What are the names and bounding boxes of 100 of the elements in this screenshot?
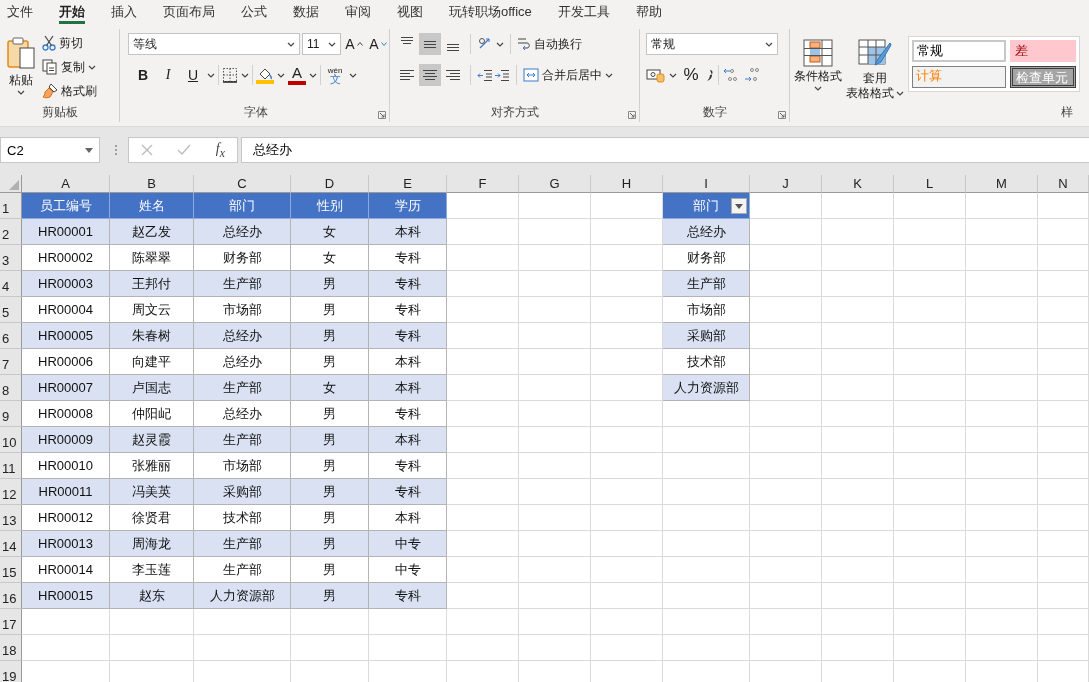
dialog-launcher-icon[interactable] xyxy=(778,111,786,119)
underline-button[interactable]: U xyxy=(182,64,204,86)
column-header[interactable]: A xyxy=(22,175,110,193)
font-name-field[interactable]: 等线 xyxy=(128,33,300,55)
decrease-indent-icon[interactable] xyxy=(477,67,493,83)
ribbon-tab[interactable]: 开发工具 xyxy=(557,0,623,25)
formula-field[interactable]: 总经办 xyxy=(241,137,1089,163)
caret-icon[interactable] xyxy=(207,72,215,78)
row-header[interactable]: 10 xyxy=(0,427,22,453)
row-header[interactable]: 17 xyxy=(0,609,22,635)
increase-font-button[interactable]: A xyxy=(343,33,365,55)
row-header[interactable]: 8 xyxy=(0,375,22,401)
column-header[interactable]: C xyxy=(194,175,291,193)
column-header[interactable]: M xyxy=(966,175,1038,193)
cell-style-option[interactable]: 差 xyxy=(1010,40,1076,62)
accounting-icon[interactable] xyxy=(646,67,666,83)
caret-icon[interactable] xyxy=(277,72,285,78)
column-header[interactable]: L xyxy=(894,175,966,193)
column-header[interactable]: H xyxy=(591,175,663,193)
row-header[interactable]: 15 xyxy=(0,557,22,583)
row-header[interactable]: 19 xyxy=(0,661,22,682)
caret-icon[interactable] xyxy=(496,41,504,47)
middle-align-button[interactable] xyxy=(419,33,441,55)
merge-center-button[interactable]: 合并后居中 xyxy=(523,65,613,85)
caret-icon[interactable] xyxy=(17,90,25,95)
table-cell: 朱春树 xyxy=(110,323,194,349)
number-format-field[interactable]: 常规 xyxy=(646,33,778,55)
caret-icon[interactable] xyxy=(896,91,904,96)
dialog-launcher-icon[interactable] xyxy=(628,111,636,119)
copy-button[interactable]: 复制 xyxy=(42,57,97,77)
row-header[interactable]: 13 xyxy=(0,505,22,531)
column-header[interactable]: B xyxy=(110,175,194,193)
row-header[interactable]: 18 xyxy=(0,635,22,661)
fill-color-icon[interactable] xyxy=(256,66,274,84)
wrap-text-button[interactable]: 自动换行 xyxy=(517,34,582,54)
caret-icon[interactable] xyxy=(287,41,295,47)
caret-icon[interactable] xyxy=(88,64,96,70)
ribbon-tab[interactable]: 页面布局 xyxy=(163,0,228,25)
row-header[interactable]: 12 xyxy=(0,479,22,505)
row-header[interactable]: 14 xyxy=(0,531,22,557)
comma-style-icon[interactable] xyxy=(705,67,715,83)
dialog-launcher-icon[interactable] xyxy=(378,111,386,119)
row-header[interactable]: 16 xyxy=(0,583,22,609)
filter-button[interactable] xyxy=(731,198,747,214)
ribbon-tab[interactable]: 视图 xyxy=(397,0,436,25)
bold-button[interactable]: B xyxy=(132,64,154,86)
row-header[interactable]: 5 xyxy=(0,297,22,323)
font-color-button[interactable]: A xyxy=(288,65,306,85)
conditional-formatting-button[interactable]: 条件格式 xyxy=(794,33,842,104)
ribbon-tab[interactable]: 开始 xyxy=(59,0,98,25)
column-header[interactable]: E xyxy=(369,175,447,193)
italic-button[interactable]: I xyxy=(157,64,179,86)
row-header[interactable]: 2 xyxy=(0,219,22,245)
row-header[interactable]: 3 xyxy=(0,245,22,271)
increase-decimal-icon[interactable] xyxy=(722,66,740,84)
caret-icon[interactable] xyxy=(814,86,822,91)
column-header[interactable]: K xyxy=(822,175,894,193)
row-header[interactable]: 9 xyxy=(0,401,22,427)
ribbon-tab[interactable]: 玩转职场office xyxy=(449,0,545,25)
caret-icon[interactable] xyxy=(241,72,249,78)
format-painter-button[interactable]: 格式刷 xyxy=(42,81,97,101)
caret-icon[interactable] xyxy=(349,72,357,78)
caret-icon[interactable] xyxy=(765,41,773,47)
row-header[interactable]: 4 xyxy=(0,271,22,297)
phonetic-button[interactable]: wén 文 xyxy=(324,64,346,86)
center-button[interactable] xyxy=(419,64,441,86)
column-header[interactable]: I xyxy=(663,175,750,193)
row-header[interactable]: 7 xyxy=(0,349,22,375)
ribbon-tab[interactable]: 数据 xyxy=(293,0,332,25)
column-header[interactable]: N xyxy=(1038,175,1089,193)
borders-icon[interactable] xyxy=(222,67,238,83)
row-header[interactable]: 11 xyxy=(0,453,22,479)
ribbon-tab[interactable]: 审阅 xyxy=(345,0,384,25)
decrease-font-button[interactable]: A xyxy=(367,33,389,55)
caret-icon[interactable] xyxy=(669,72,677,78)
table-cell: 本科 xyxy=(369,349,447,375)
row-header[interactable]: 1 xyxy=(0,193,22,219)
percent-button[interactable]: % xyxy=(680,64,702,86)
caret-icon[interactable] xyxy=(328,41,336,47)
name-box[interactable]: C2 xyxy=(0,137,100,163)
cut-button[interactable]: 剪切 xyxy=(42,33,97,53)
column-header[interactable]: G xyxy=(519,175,591,193)
caret-icon[interactable] xyxy=(605,72,613,78)
paste-button[interactable]: 粘贴 xyxy=(6,33,36,104)
format-as-table-button[interactable]: 套用 表格格式 xyxy=(846,33,904,104)
column-header[interactable]: J xyxy=(750,175,822,193)
insert-function-button[interactable]: f$_{x}$ xyxy=(215,140,225,160)
caret-icon[interactable] xyxy=(309,72,317,78)
ribbon-tab[interactable]: 文件 xyxy=(7,0,46,25)
ribbon-tab[interactable]: 公式 xyxy=(241,0,280,25)
ribbon-tab[interactable]: 帮助 xyxy=(635,0,675,25)
decrease-decimal-icon[interactable] xyxy=(743,66,761,84)
increase-indent-icon[interactable] xyxy=(494,67,510,83)
wrap-text-icon xyxy=(517,36,531,52)
column-header[interactable]: D xyxy=(291,175,369,193)
font-size-field[interactable]: 11 xyxy=(302,33,341,55)
column-header[interactable]: F xyxy=(447,175,519,193)
row-header[interactable]: 6 xyxy=(0,323,22,349)
ribbon-tab[interactable]: 插入 xyxy=(111,0,150,25)
cell-style-option[interactable]: 常规 xyxy=(912,40,1006,62)
